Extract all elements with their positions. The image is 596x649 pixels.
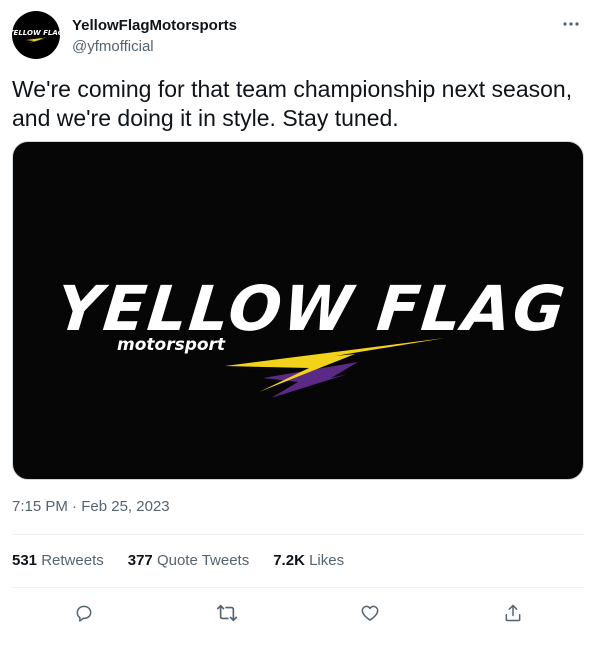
tweet-text: We're coming for that team championship …: [12, 76, 573, 131]
avatar-logo: YELLOW FLAG: [12, 29, 60, 43]
quote-tweets-count: 377: [127, 552, 153, 569]
author-names: YellowFlagMotorsports @yfmofficial: [72, 16, 237, 56]
retweets-label: Retweets: [41, 552, 104, 569]
quote-tweets-label: Quote Tweets: [156, 552, 250, 569]
divider: [12, 587, 584, 588]
heart-icon[interactable]: [355, 598, 385, 628]
avatar-bolt-icon: [26, 37, 46, 43]
retweets-count: 531: [12, 552, 38, 569]
avatar-logo-text: YELLOW FLAG: [12, 29, 60, 37]
tweet-time[interactable]: 7:15 PM: [12, 498, 68, 515]
tweet-media-image[interactable]: YELLOW FLAG motorsport: [12, 141, 584, 480]
lightning-bolt-icon: [225, 338, 445, 392]
retweets-stat[interactable]: 531 Retweets: [12, 552, 104, 569]
tweet-timestamp[interactable]: 7:15 PM · Feb 25, 2023: [12, 498, 170, 515]
logo-subtitle: motorsport: [117, 335, 226, 355]
reply-icon[interactable]: [69, 598, 99, 628]
more-options-icon[interactable]: [560, 15, 582, 33]
quote-tweets-stat[interactable]: 377 Quote Tweets: [128, 552, 249, 569]
tweet-header: YELLOW FLAG YellowFlagMotorsports @yfmof…: [12, 11, 584, 63]
timestamp-separator: ·: [72, 498, 78, 515]
share-icon[interactable]: [498, 598, 528, 628]
display-name[interactable]: YellowFlagMotorsports: [72, 16, 237, 35]
yellow-flag-logo: YELLOW FLAG motorsport: [53, 272, 570, 398]
divider: [12, 534, 584, 535]
likes-stat[interactable]: 7.2K Likes: [273, 552, 344, 569]
likes-count: 7.2K: [273, 552, 305, 569]
handle[interactable]: @yfmofficial: [72, 37, 237, 56]
retweet-icon[interactable]: [212, 598, 242, 628]
tweet-stats: 531 Retweets 377 Quote Tweets 7.2K Likes: [12, 552, 344, 569]
tweet-actions: [12, 598, 584, 628]
tweet-date[interactable]: Feb 25, 2023: [81, 498, 169, 515]
likes-label: Likes: [309, 552, 345, 569]
avatar[interactable]: YELLOW FLAG: [12, 11, 60, 59]
